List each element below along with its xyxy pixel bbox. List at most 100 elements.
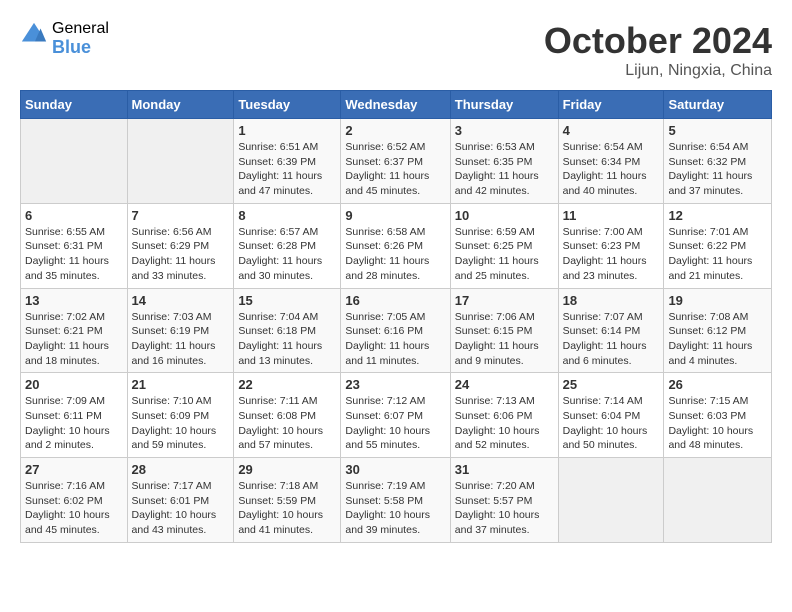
- calendar-cell: 30Sunrise: 7:19 AMSunset: 5:58 PMDayligh…: [341, 458, 450, 543]
- day-number: 30: [345, 462, 445, 477]
- day-number: 6: [25, 208, 123, 223]
- location: Lijun, Ningxia, China: [544, 62, 772, 80]
- calendar-cell: 20 Sunrise: 7:09 AMSunset: 6:11 PMDayligh…: [21, 373, 128, 458]
- day-number: 1: [238, 123, 336, 138]
- day-info: Sunrise: 7:04 AMSunset: 6:18 PMDaylight:…: [238, 310, 336, 369]
- title-block: October 2024 Lijun, Ningxia, China: [544, 20, 772, 80]
- calendar-cell: 5 Sunrise: 6:54 AMSunset: 6:32 PMDaylight…: [664, 119, 772, 204]
- day-info: Sunrise: 7:18 AMSunset: 5:59 PMDaylight:…: [238, 479, 336, 538]
- day-number: 31: [455, 462, 554, 477]
- day-number: 25: [563, 377, 660, 392]
- calendar-header: Sunday Monday Tuesday Wednesday Thursday…: [21, 91, 772, 119]
- day-info: Sunrise: 6:51 AMSunset: 6:39 PMDaylight:…: [238, 140, 336, 199]
- day-number: 17: [455, 293, 554, 308]
- day-number: 29: [238, 462, 336, 477]
- day-info: Sunrise: 7:03 AMSunset: 6:19 PMDaylight:…: [132, 310, 230, 369]
- calendar-cell: 19 Sunrise: 7:08 AMSunset: 6:12 PMDayligh…: [664, 288, 772, 373]
- calendar-week-row: 27 Sunrise: 7:16 AMSunset: 6:02 PMDayligh…: [21, 458, 772, 543]
- header-sunday: Sunday: [21, 91, 128, 119]
- day-info: Sunrise: 6:52 AMSunset: 6:37 PMDaylight:…: [345, 140, 445, 199]
- day-number: 28: [132, 462, 230, 477]
- day-number: 19: [668, 293, 767, 308]
- day-number: 24: [455, 377, 554, 392]
- day-info: Sunrise: 7:13 AMSunset: 6:06 PMDaylight:…: [455, 394, 554, 453]
- calendar-cell: 26Sunrise: 7:15 AMSunset: 6:03 PMDayligh…: [664, 373, 772, 458]
- calendar-cell: [21, 119, 128, 204]
- logo: General Blue: [20, 20, 109, 57]
- day-number: 27: [25, 462, 123, 477]
- day-number: 4: [563, 123, 660, 138]
- day-number: 20: [25, 377, 123, 392]
- calendar-cell: 9 Sunrise: 6:58 AMSunset: 6:26 PMDaylight…: [341, 203, 450, 288]
- calendar-cell: 1 Sunrise: 6:51 AMSunset: 6:39 PMDaylight…: [234, 119, 341, 204]
- day-number: 15: [238, 293, 336, 308]
- day-info: Sunrise: 7:06 AMSunset: 6:15 PMDaylight:…: [455, 310, 554, 369]
- day-info: Sunrise: 7:15 AMSunset: 6:03 PMDaylight:…: [668, 394, 767, 453]
- day-info: Sunrise: 6:58 AMSunset: 6:26 PMDaylight:…: [345, 225, 445, 284]
- calendar-week-row: 20 Sunrise: 7:09 AMSunset: 6:11 PMDayligh…: [21, 373, 772, 458]
- day-info: Sunrise: 7:08 AMSunset: 6:12 PMDaylight:…: [668, 310, 767, 369]
- calendar-cell: 6Sunrise: 6:55 AMSunset: 6:31 PMDaylight…: [21, 203, 128, 288]
- header-thursday: Thursday: [450, 91, 558, 119]
- calendar-cell: 3 Sunrise: 6:53 AMSunset: 6:35 PMDaylight…: [450, 119, 558, 204]
- day-number: 23: [345, 377, 445, 392]
- day-info: Sunrise: 6:54 AMSunset: 6:32 PMDaylight:…: [668, 140, 767, 199]
- calendar-week-row: 1 Sunrise: 6:51 AMSunset: 6:39 PMDaylight…: [21, 119, 772, 204]
- calendar-cell: 12Sunrise: 7:01 AMSunset: 6:22 PMDayligh…: [664, 203, 772, 288]
- calendar-cell: 11 Sunrise: 7:00 AMSunset: 6:23 PMDayligh…: [558, 203, 664, 288]
- calendar-cell: 10 Sunrise: 6:59 AMSunset: 6:25 PMDayligh…: [450, 203, 558, 288]
- day-number: 3: [455, 123, 554, 138]
- calendar-cell: 17 Sunrise: 7:06 AMSunset: 6:15 PMDayligh…: [450, 288, 558, 373]
- calendar-cell: 31 Sunrise: 7:20 AMSunset: 5:57 PMDayligh…: [450, 458, 558, 543]
- header-wednesday: Wednesday: [341, 91, 450, 119]
- day-info: Sunrise: 7:20 AMSunset: 5:57 PMDaylight:…: [455, 479, 554, 538]
- day-number: 11: [563, 208, 660, 223]
- header-saturday: Saturday: [664, 91, 772, 119]
- day-number: 18: [563, 293, 660, 308]
- logo-text: General Blue: [52, 20, 109, 57]
- calendar-cell: 23 Sunrise: 7:12 AMSunset: 6:07 PMDayligh…: [341, 373, 450, 458]
- calendar-cell: 27 Sunrise: 7:16 AMSunset: 6:02 PMDayligh…: [21, 458, 128, 543]
- calendar-cell: 22 Sunrise: 7:11 AMSunset: 6:08 PMDayligh…: [234, 373, 341, 458]
- page-header: General Blue October 2024 Lijun, Ningxia…: [20, 20, 772, 80]
- logo-icon: [20, 21, 48, 49]
- day-info: Sunrise: 7:16 AMSunset: 6:02 PMDaylight:…: [25, 479, 123, 538]
- day-info: Sunrise: 7:09 AMSunset: 6:11 PMDaylight:…: [25, 394, 123, 453]
- day-number: 22: [238, 377, 336, 392]
- weekday-header-row: Sunday Monday Tuesday Wednesday Thursday…: [21, 91, 772, 119]
- calendar-cell: 8 Sunrise: 6:57 AMSunset: 6:28 PMDaylight…: [234, 203, 341, 288]
- day-number: 7: [132, 208, 230, 223]
- header-tuesday: Tuesday: [234, 91, 341, 119]
- calendar-body: 1 Sunrise: 6:51 AMSunset: 6:39 PMDaylight…: [21, 119, 772, 543]
- calendar-cell: 13Sunrise: 7:02 AMSunset: 6:21 PMDayligh…: [21, 288, 128, 373]
- calendar-cell: 7Sunrise: 6:56 AMSunset: 6:29 PMDaylight…: [127, 203, 234, 288]
- day-number: 8: [238, 208, 336, 223]
- day-number: 5: [668, 123, 767, 138]
- day-info: Sunrise: 6:59 AMSunset: 6:25 PMDaylight:…: [455, 225, 554, 284]
- day-info: Sunrise: 7:12 AMSunset: 6:07 PMDaylight:…: [345, 394, 445, 453]
- day-number: 13: [25, 293, 123, 308]
- day-number: 16: [345, 293, 445, 308]
- header-friday: Friday: [558, 91, 664, 119]
- calendar-cell: 28Sunrise: 7:17 AMSunset: 6:01 PMDayligh…: [127, 458, 234, 543]
- calendar-week-row: 13Sunrise: 7:02 AMSunset: 6:21 PMDayligh…: [21, 288, 772, 373]
- day-number: 10: [455, 208, 554, 223]
- header-monday: Monday: [127, 91, 234, 119]
- day-info: Sunrise: 6:54 AMSunset: 6:34 PMDaylight:…: [563, 140, 660, 199]
- calendar-cell: 21Sunrise: 7:10 AMSunset: 6:09 PMDayligh…: [127, 373, 234, 458]
- calendar-cell: 16 Sunrise: 7:05 AMSunset: 6:16 PMDayligh…: [341, 288, 450, 373]
- calendar-week-row: 6Sunrise: 6:55 AMSunset: 6:31 PMDaylight…: [21, 203, 772, 288]
- logo-blue: Blue: [52, 38, 109, 58]
- calendar-table: Sunday Monday Tuesday Wednesday Thursday…: [20, 90, 772, 543]
- calendar-cell: [558, 458, 664, 543]
- day-number: 9: [345, 208, 445, 223]
- day-info: Sunrise: 7:11 AMSunset: 6:08 PMDaylight:…: [238, 394, 336, 453]
- day-number: 2: [345, 123, 445, 138]
- day-info: Sunrise: 6:57 AMSunset: 6:28 PMDaylight:…: [238, 225, 336, 284]
- calendar-cell: 2 Sunrise: 6:52 AMSunset: 6:37 PMDaylight…: [341, 119, 450, 204]
- day-info: Sunrise: 6:53 AMSunset: 6:35 PMDaylight:…: [455, 140, 554, 199]
- day-info: Sunrise: 7:00 AMSunset: 6:23 PMDaylight:…: [563, 225, 660, 284]
- calendar-cell: 14Sunrise: 7:03 AMSunset: 6:19 PMDayligh…: [127, 288, 234, 373]
- month-title: October 2024: [544, 20, 772, 62]
- day-info: Sunrise: 7:05 AMSunset: 6:16 PMDaylight:…: [345, 310, 445, 369]
